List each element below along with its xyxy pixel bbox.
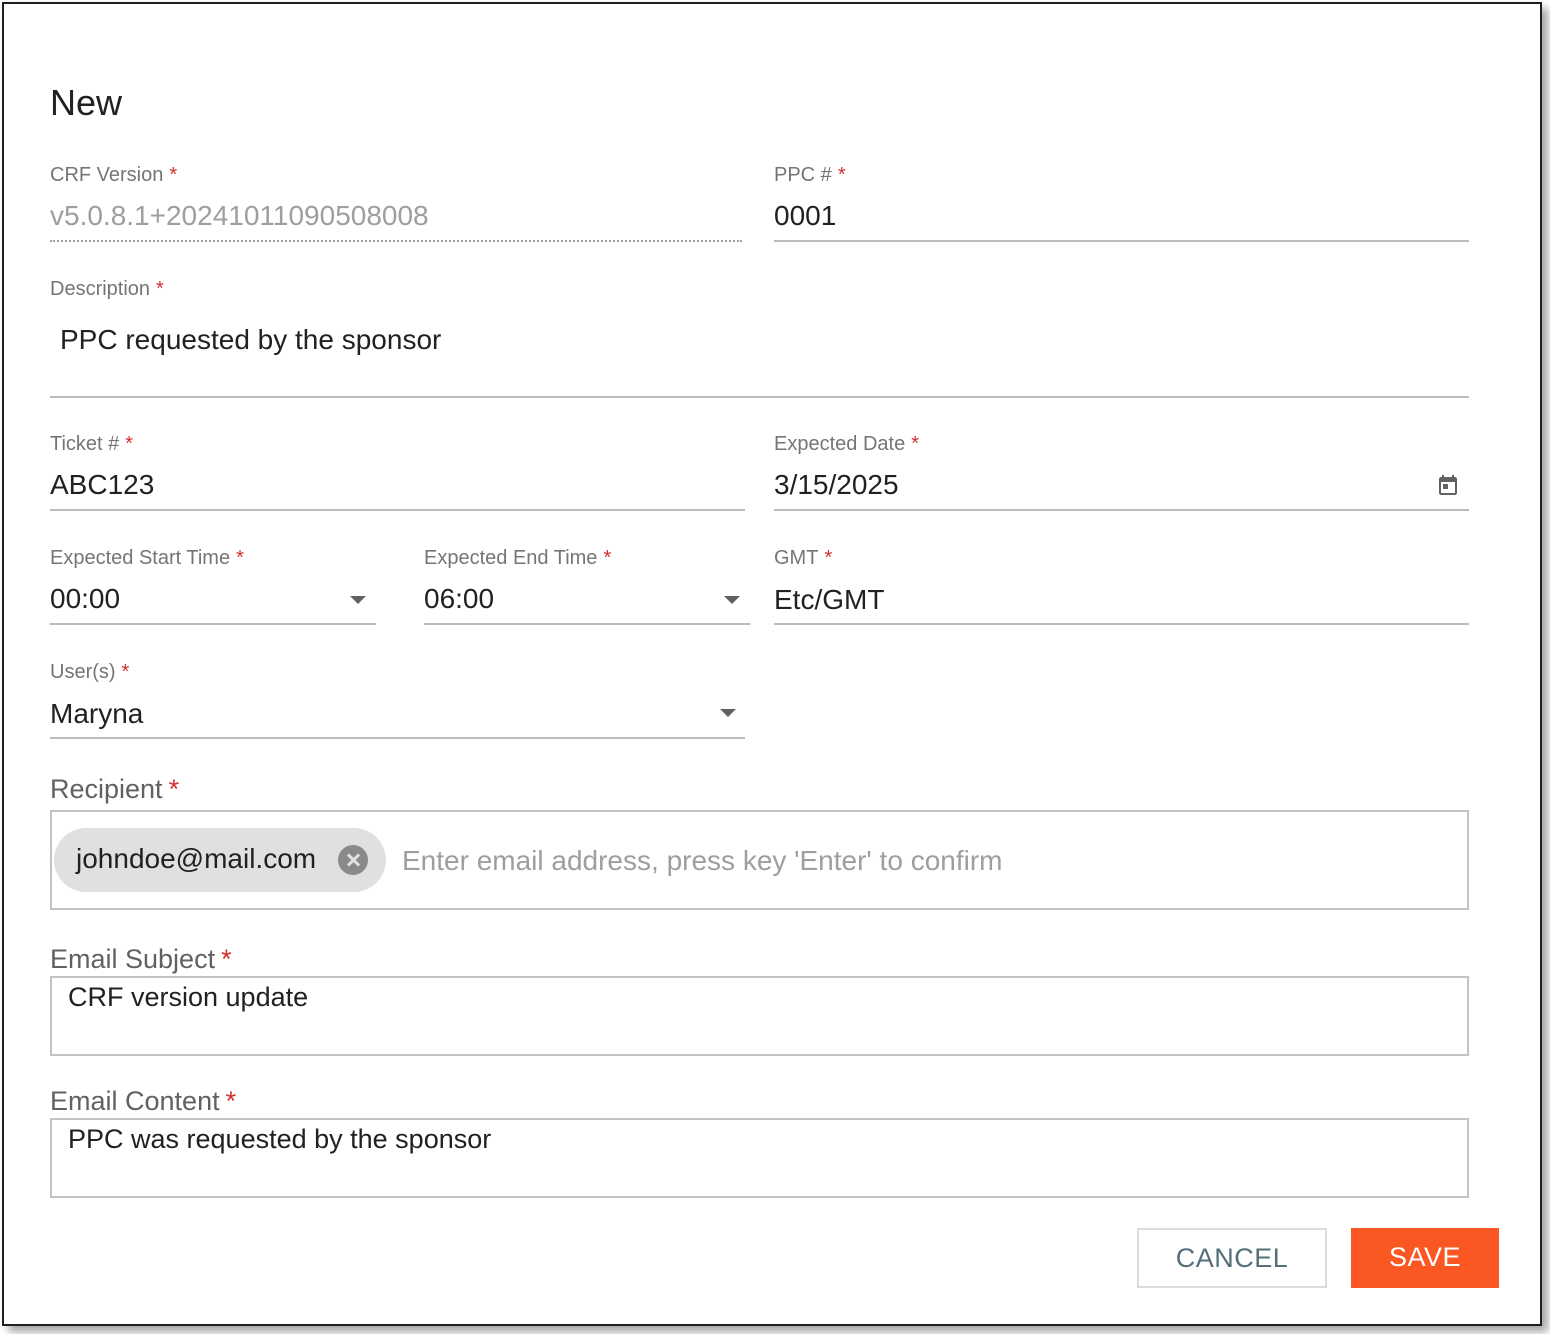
email-content-value: PPC was requested by the sponsor	[68, 1124, 492, 1154]
ppc-number-input[interactable]: 0001	[774, 200, 836, 232]
users-dropdown-icon[interactable]	[720, 709, 736, 717]
description-underline	[50, 396, 1469, 398]
calendar-icon[interactable]	[1436, 473, 1460, 497]
description-field[interactable]: Description * PPC requested by the sponso…	[50, 278, 1469, 400]
gmt-underline	[774, 623, 1469, 625]
ticket-field[interactable]: Ticket # * ABC123	[50, 433, 745, 515]
end-time-label: Expected End Time *	[424, 547, 612, 569]
recipient-email-input[interactable]: Enter email address, press key 'Enter' t…	[402, 845, 1002, 877]
recipient-chip-label: johndoe@mail.com	[76, 843, 317, 874]
crf-version-value: v5.0.8.1+20241011090508008	[50, 200, 429, 231]
ppc-number-label: PPC # *	[774, 164, 846, 186]
crf-version-field: CRF Version * v5.0.8.1+20241011090508008	[50, 164, 742, 246]
end-time-dropdown-icon[interactable]	[724, 596, 740, 604]
users-label: User(s) *	[50, 661, 130, 683]
start-time-field[interactable]: Expected Start Time * 00:00	[50, 547, 376, 629]
gmt-field[interactable]: GMT * Etc/GMT	[774, 547, 1469, 629]
email-subject-value: CRF version update	[68, 982, 309, 1012]
ticket-label: Ticket # *	[50, 433, 134, 455]
new-ppc-dialog: New CRF Version * v5.0.8.1+20241011090508…	[2, 2, 1542, 1326]
gmt-label: GMT *	[774, 547, 833, 569]
recipient-input-box[interactable]: johndoe@mail.com Enter email address, pr…	[50, 810, 1469, 910]
expected-date-label: Expected Date *	[774, 433, 919, 455]
recipient-label: Recipient *	[50, 774, 180, 804]
description-label: Description *	[50, 278, 164, 300]
end-time-select[interactable]: 06:00	[424, 583, 494, 615]
users-underline	[50, 737, 745, 739]
description-textarea[interactable]: PPC requested by the sponsor	[60, 324, 441, 356]
start-time-dropdown-icon[interactable]	[350, 596, 366, 604]
email-content-textarea[interactable]: PPC was requested by the sponsor	[50, 1118, 1469, 1198]
start-time-label: Expected Start Time *	[50, 547, 244, 569]
users-field[interactable]: User(s) * Maryna	[50, 661, 745, 743]
recipient-chip[interactable]: johndoe@mail.com	[54, 828, 386, 892]
crf-version-label: CRF Version *	[50, 164, 178, 186]
save-button[interactable]: SAVE	[1351, 1228, 1499, 1288]
end-time-field[interactable]: Expected End Time * 06:00	[424, 547, 750, 629]
dialog-title: New	[50, 82, 123, 123]
expected-date-input[interactable]: 3/15/2025	[774, 469, 899, 501]
cancel-button[interactable]: CANCEL	[1137, 1228, 1327, 1288]
ppc-number-field[interactable]: PPC # * 0001	[774, 164, 1469, 246]
ticket-underline	[50, 509, 745, 511]
email-subject-textarea[interactable]: CRF version update	[50, 976, 1469, 1056]
start-time-underline	[50, 623, 376, 625]
expected-date-field[interactable]: Expected Date * 3/15/2025	[774, 433, 1469, 515]
users-select[interactable]: Maryna	[50, 698, 143, 730]
end-time-underline	[424, 623, 750, 625]
gmt-input[interactable]: Etc/GMT	[774, 584, 884, 616]
expected-date-underline	[774, 509, 1469, 511]
email-content-label: Email Content *	[50, 1086, 237, 1116]
start-time-select[interactable]: 00:00	[50, 583, 120, 615]
email-subject-label: Email Subject *	[50, 944, 232, 974]
ticket-input[interactable]: ABC123	[50, 469, 154, 501]
ppc-number-underline	[774, 240, 1469, 242]
crf-version-underline	[50, 240, 742, 242]
chip-remove-icon[interactable]	[338, 845, 368, 875]
